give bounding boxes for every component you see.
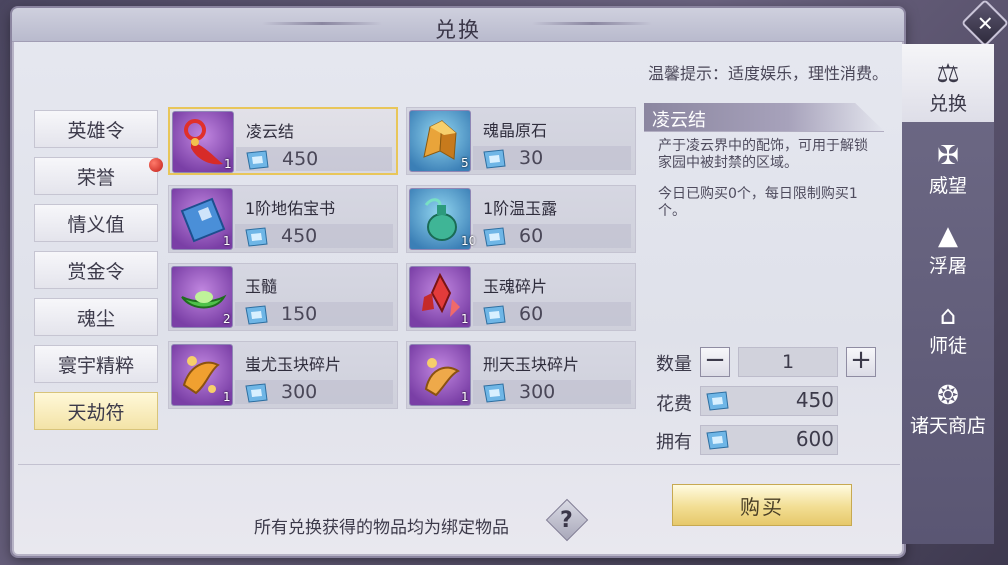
divider: [18, 464, 900, 465]
tab-universe-essence[interactable]: 寰宇精粹: [34, 345, 158, 383]
tab-bounty-token[interactable]: 赏金令: [34, 251, 158, 289]
tab-label: 浮屠: [928, 255, 967, 277]
item-card[interactable]: 5 魂晶原石 30: [406, 107, 636, 175]
purchase-limit-text: 今日已购买0个，每日限制购买1个。: [658, 186, 858, 219]
talisman-currency-icon: [243, 382, 271, 408]
cost-label: 花费: [656, 394, 692, 415]
tab-honor[interactable]: 荣誉: [34, 157, 163, 195]
tab-mentor[interactable]: ⌂ 师徒: [902, 286, 994, 364]
scales-icon: ⚖: [936, 59, 960, 89]
detail-description: 产于凌云界中的配饰，可用于解锁家园中被封禁的区域。: [658, 138, 868, 171]
item-name: 1阶温玉露: [483, 199, 558, 218]
mentor-icon: ⌂: [939, 301, 957, 331]
item-count: 1: [461, 390, 469, 404]
decrease-quantity-button[interactable]: −: [700, 347, 730, 377]
item-name: 蚩尤玉块碎片: [245, 355, 342, 374]
shop-emblem-icon: ❂: [937, 381, 959, 411]
item-count: 2: [223, 312, 231, 326]
item-card[interactable]: 10 1阶温玉露 60: [406, 185, 636, 253]
item-card[interactable]: 1 凌云结 450: [168, 107, 398, 175]
item-name: 凌云结: [246, 122, 295, 141]
page-title: 兑换: [435, 18, 481, 42]
item-price: 300: [281, 381, 318, 403]
tab-realm-shop[interactable]: ❂ 诸天商店: [902, 366, 994, 444]
item-card[interactable]: 2 玉髓 150: [168, 263, 398, 331]
item-name: 玉髓: [245, 277, 278, 296]
tab-prestige[interactable]: ✠ 威望: [902, 126, 994, 204]
notification-dot: [149, 158, 163, 172]
talisman-currency-icon: [481, 148, 509, 174]
item-name: 玉魂碎片: [483, 277, 548, 296]
talisman-currency-icon: [481, 226, 509, 252]
tab-soul-dust[interactable]: 魂尘: [34, 298, 158, 336]
increase-quantity-button[interactable]: +: [846, 347, 876, 377]
item-price: 60: [519, 225, 544, 247]
item-count: 1: [223, 390, 231, 404]
talisman-currency-icon: [481, 304, 509, 330]
tab-label: 兑换: [928, 93, 967, 115]
owned-value: 600: [795, 427, 834, 451]
item-card[interactable]: 1 1阶地佑宝书 450: [168, 185, 398, 253]
item-name: 魂晶原石: [483, 121, 548, 140]
tab-tribulation-talisman[interactable]: 天劫符: [34, 392, 158, 430]
tab-label: 荣誉: [76, 166, 115, 189]
divider: [644, 131, 884, 132]
item-price: 450: [281, 225, 318, 247]
talisman-currency-icon: [243, 304, 271, 330]
title-bar: 兑换: [12, 8, 904, 42]
tab-label: 天劫符: [67, 401, 125, 424]
currency-tab-list: 英雄令 荣誉 情义值 赏金令 魂尘 寰宇精粹 天劫符: [34, 110, 163, 439]
talisman-currency-icon: [244, 149, 272, 175]
item-price: 450: [282, 148, 319, 170]
item-count: 1: [223, 234, 231, 248]
item-price: 300: [519, 381, 556, 403]
buy-button[interactable]: 购买: [672, 484, 852, 526]
item-name: 1阶地佑宝书: [245, 199, 336, 218]
tab-label: 威望: [928, 175, 967, 197]
talisman-currency-icon: [704, 390, 732, 416]
item-price: 60: [519, 303, 544, 325]
bind-notice: 所有兑换获得的物品均为绑定物品: [254, 518, 509, 538]
right-tab-bar: ⚖ 兑换 ✠ 威望 ▲ 浮屠 ⌂ 师徒 ❂ 诸天商店: [902, 44, 994, 544]
item-price: 30: [519, 147, 544, 169]
detail-item-name: 凌云结: [652, 110, 706, 131]
tab-label: 情义值: [67, 213, 125, 236]
tab-hero-token[interactable]: 英雄令: [34, 110, 158, 148]
close-icon: ✕: [976, 10, 994, 35]
tab-pagoda[interactable]: ▲ 浮屠: [902, 206, 994, 284]
item-price: 150: [281, 303, 318, 325]
tab-label: 英雄令: [67, 119, 125, 142]
owned-label: 拥有: [656, 432, 692, 453]
item-card[interactable]: 1 玉魂碎片 60: [406, 263, 636, 331]
wings-icon: ✠: [937, 141, 959, 171]
tab-friendship[interactable]: 情义值: [34, 204, 158, 242]
tab-label: 魂尘: [76, 307, 115, 330]
item-card[interactable]: 1 蚩尤玉块碎片 300: [168, 341, 398, 409]
tip-text: 温馨提示：适度娱乐，理性消费。: [647, 64, 888, 83]
talisman-currency-icon: [243, 226, 271, 252]
item-count: 1: [224, 157, 232, 171]
quantity-value[interactable]: 1: [738, 347, 838, 377]
tab-label: 诸天商店: [909, 415, 986, 437]
tab-exchange[interactable]: ⚖ 兑换: [902, 44, 994, 122]
pagoda-icon: ▲: [938, 221, 958, 251]
item-count: 5: [461, 156, 469, 170]
tab-label: 赏金令: [67, 260, 125, 283]
talisman-currency-icon: [704, 429, 732, 455]
item-name: 刑天玉块碎片: [483, 355, 580, 374]
item-card[interactable]: 1 刑天玉块碎片 300: [406, 341, 636, 409]
cost-value: 450: [795, 388, 834, 412]
talisman-currency-icon: [481, 382, 509, 408]
question-icon: ?: [560, 508, 573, 533]
quantity-label: 数量: [656, 354, 692, 375]
item-count: 1: [461, 312, 469, 326]
tab-label: 寰宇精粹: [57, 354, 134, 377]
tab-label: 师徒: [928, 335, 967, 357]
